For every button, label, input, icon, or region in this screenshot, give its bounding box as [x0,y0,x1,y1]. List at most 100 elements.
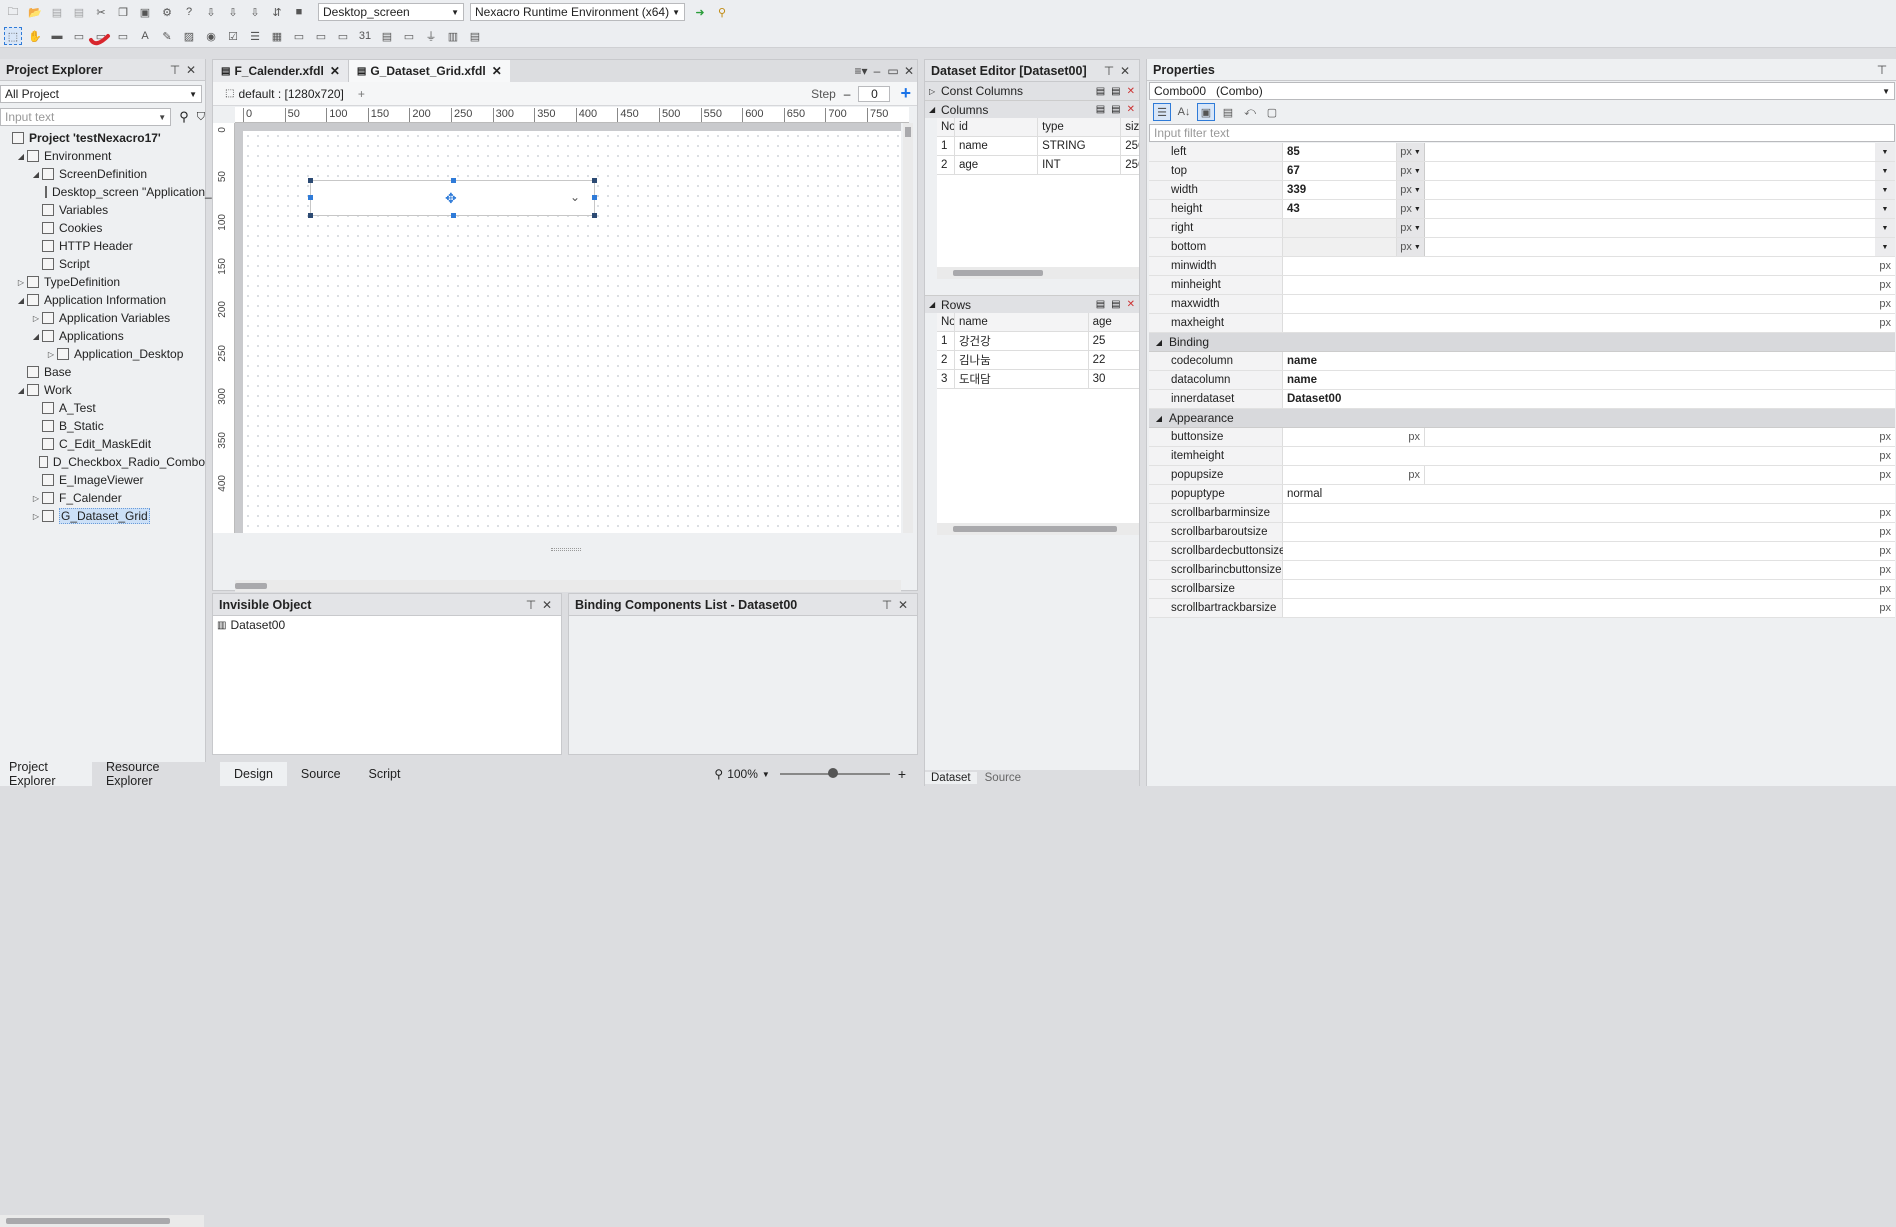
unit-select[interactable]: px ▼ [1397,162,1425,180]
radio-comp-icon[interactable]: ◉ [202,27,220,45]
checkbox-comp-icon[interactable]: ☑ [224,27,242,45]
pin-icon[interactable]: ⊤ [1874,63,1890,77]
copy-icon[interactable]: ❐ [114,3,132,21]
column-row[interactable]: 1nameSTRING256 [937,137,1139,156]
tab-g-dataset-grid[interactable]: ▤ G_Dataset_Grid.xfdl ✕ [348,60,510,82]
property-value[interactable]: name [1283,371,1895,389]
deploy-icon[interactable]: ⇩ [246,3,264,21]
property-row-scrollbarincbuttonsize[interactable]: scrollbarincbuttonsize px [1149,561,1895,580]
tree-toggle-icon[interactable]: ◢ [15,296,27,305]
grid-cell[interactable]: age [955,156,1039,174]
generate-all-icon[interactable]: ⇩ [224,3,242,21]
grid-cell[interactable]: name [955,137,1039,155]
grid-cell[interactable]: 도대담 [955,370,1089,388]
chevron-down-icon[interactable]: ▼ [1875,200,1895,218]
property-row-buttonsize[interactable]: buttonsize px px [1149,428,1895,447]
property-value[interactable]: px [1283,447,1895,465]
dataset-comp-icon[interactable]: ▥ [444,27,462,45]
grid-cell[interactable]: INT [1038,156,1122,174]
tree-toggle-icon[interactable]: ▷ [15,278,27,287]
combo-component-selected[interactable]: ✥ ⌄ [310,180,595,216]
step-increment[interactable]: + [900,83,911,104]
tree-item[interactable]: ◢ Applications [0,327,205,345]
property-value[interactable]: 85 px ▼ ▼ [1283,143,1895,161]
tree-item[interactable]: HTTP Header [0,237,205,255]
property-row-maxwidth[interactable]: maxwidth px [1149,295,1895,314]
insert-column-icon[interactable]: ▤ [1111,86,1120,97]
unit-select[interactable]: px ▼ [1397,200,1425,218]
grid-cell[interactable]: 256 [1121,137,1139,155]
save-all-icon[interactable]: ▤ [70,3,88,21]
property-row-height[interactable]: height 43 px ▼ ▼ [1149,200,1895,219]
grid-cell[interactable]: 30 [1089,370,1139,388]
property-value[interactable]: 67 px ▼ ▼ [1283,162,1895,180]
chevron-down-icon[interactable]: ▼ [1875,162,1895,180]
search-icon[interactable]: ⚲ [179,109,189,125]
add-column-icon[interactable]: ▤ [1096,104,1105,115]
resize-handle[interactable] [451,178,456,183]
resize-handle[interactable] [592,178,597,183]
tree-item[interactable]: ◢ Environment [0,147,205,165]
property-row-right[interactable]: right px ▼ ▼ [1149,219,1895,238]
category-appearance[interactable]: ◢ Appearance [1149,409,1895,428]
resize-handle[interactable] [308,213,313,218]
unit-select[interactable]: px ▼ [1397,181,1425,199]
property-value[interactable]: px [1283,257,1895,275]
property-row-scrollbarbarminsize[interactable]: scrollbarbarminsize px [1149,504,1895,523]
property-value[interactable]: px [1283,276,1895,294]
tab-f-calender[interactable]: ▤ F_Calender.xfdl ✕ [213,60,349,82]
tree-toggle-icon[interactable]: ▷ [30,314,42,323]
property-help-icon[interactable]: ▢ [1263,103,1281,121]
chevron-down-icon[interactable]: ▼ [1875,219,1895,237]
tree-item[interactable]: D_Checkbox_Radio_Combo [0,453,205,471]
close-icon[interactable]: ✕ [901,64,917,78]
listbox-comp-icon[interactable]: ☰ [246,27,264,45]
property-row-popuptype[interactable]: popuptype normal [1149,485,1895,504]
tree-item[interactable]: ◢ Work [0,381,205,399]
chevron-down-icon[interactable]: ▼ [762,770,770,779]
save-icon[interactable]: ▤ [48,3,66,21]
unit-select[interactable]: px ▼ [1397,143,1425,161]
property-row-scrollbarsize[interactable]: scrollbarsize px [1149,580,1895,599]
tree-toggle-icon[interactable]: ◢ [30,170,42,179]
property-value[interactable]: px [1283,523,1895,541]
tree-item[interactable]: C_Edit_MaskEdit [0,435,205,453]
button-comp-icon[interactable]: ▬ [48,27,66,45]
more-comp-icon[interactable]: ▤ [466,27,484,45]
project-search-input[interactable]: Input text ▼ [0,108,172,126]
tab-source[interactable]: Source [287,762,355,786]
pin-icon[interactable]: ⊤ [1101,64,1117,78]
splitter-handle[interactable] [551,548,581,551]
project-tree-hscrollbar[interactable] [0,1215,204,1227]
close-icon[interactable]: ✕ [1117,64,1133,78]
step-input[interactable]: 0 [858,85,891,102]
grid-cell[interactable]: 256 [1121,156,1139,174]
grid-cell[interactable]: 25 [1089,332,1139,350]
canvas-hscrollbar[interactable] [235,580,901,592]
insert-column-icon[interactable]: ▤ [1111,104,1120,115]
resize-handle[interactable] [592,195,597,200]
resize-handle[interactable] [308,178,313,183]
tab-dataset[interactable]: Dataset [925,772,977,784]
tree-item[interactable]: Variables [0,201,205,219]
add-row-icon[interactable]: ▤ [1096,299,1105,310]
static-comp-icon[interactable]: A [136,27,154,45]
columns-section[interactable]: ◢ Columns ▤ ▤ ✕ [925,100,1139,118]
tab-project-explorer[interactable]: Project Explorer [0,760,92,788]
property-row-maxheight[interactable]: maxheight px [1149,314,1895,333]
progressbar-comp-icon[interactable]: ▭ [400,27,418,45]
hand-tool-icon[interactable]: ✋ [26,27,44,45]
tab-list-icon[interactable]: ≡▾ [853,64,869,78]
property-row-popupsize[interactable]: popupsize px px [1149,466,1895,485]
unit-select[interactable]: px ▼ [1397,238,1425,256]
property-row-scrollbarbaroutsize[interactable]: scrollbarbaroutsize px [1149,523,1895,542]
grid-cell[interactable]: 22 [1089,351,1139,369]
build-icon[interactable]: ⇵ [268,3,286,21]
sort-alpha-icon[interactable]: A↓ [1175,103,1193,121]
runtime-select[interactable]: Nexacro Runtime Environment (x64) ▼ [470,3,685,21]
tree-toggle-icon[interactable]: ▷ [30,512,42,521]
grid-cell[interactable]: 2 [937,351,955,369]
property-value[interactable]: px [1283,295,1895,313]
tree-toggle-icon[interactable]: ▷ [30,494,42,503]
grid-cell[interactable]: 김나눔 [955,351,1089,369]
